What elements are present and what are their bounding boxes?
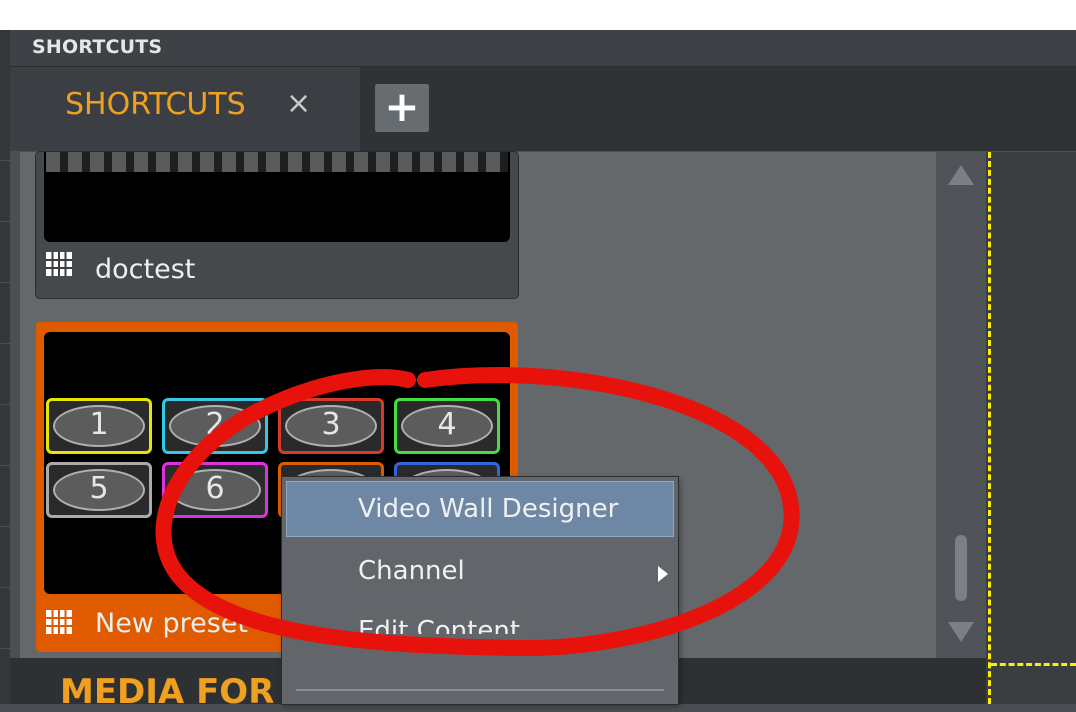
cell-number: 4 [401,405,493,447]
wall-cell-4: 4 [394,398,500,454]
cell-number: 1 [53,405,145,447]
scrollbar-thumb[interactable] [955,535,967,601]
menu-item-label[interactable]: Video Wall Designer [358,494,618,524]
tab-close-icon[interactable]: × [286,86,311,121]
menu-item-edit-content[interactable]: Edit Content [286,612,674,634]
cell-number: 2 [169,405,261,447]
wall-cell-5: 5 [46,462,152,518]
cell-number: 6 [169,469,261,511]
panel-header [10,30,1076,67]
preset-name: doctest [95,254,196,285]
grid-preset-icon [46,610,72,634]
preset-thumbnail-pattern [46,152,508,172]
wall-cell-2: 2 [162,398,268,454]
wall-cell-3: 3 [278,398,384,454]
grid-preset-icon [46,252,72,276]
cell-number: 5 [53,469,145,511]
panel-title: SHORTCUTS [32,36,163,58]
tab-shortcuts-label[interactable]: SHORTCUTS [65,87,246,122]
guide-line-vertical [988,152,991,704]
menu-item-channel[interactable]: Channel [358,556,465,586]
cell-number: 3 [285,405,377,447]
submenu-arrow-icon [658,566,668,582]
top-strip [0,0,1076,30]
menu-separator [296,689,664,691]
add-tab-button[interactable]: + [375,84,429,132]
preset-name: New preset [95,608,248,639]
guide-line-horizontal [991,663,1076,666]
right-panel [986,152,1076,704]
scroll-up-arrow-icon[interactable] [948,165,974,185]
wall-cell-6: 6 [162,462,268,518]
scroll-down-arrow-icon[interactable] [948,622,974,642]
wall-cell-1: 1 [46,398,152,454]
menu-item-label[interactable]: Edit Content [358,616,520,634]
left-edge-rows [0,100,10,660]
bottom-panel-title[interactable]: MEDIA FOR [60,672,274,712]
